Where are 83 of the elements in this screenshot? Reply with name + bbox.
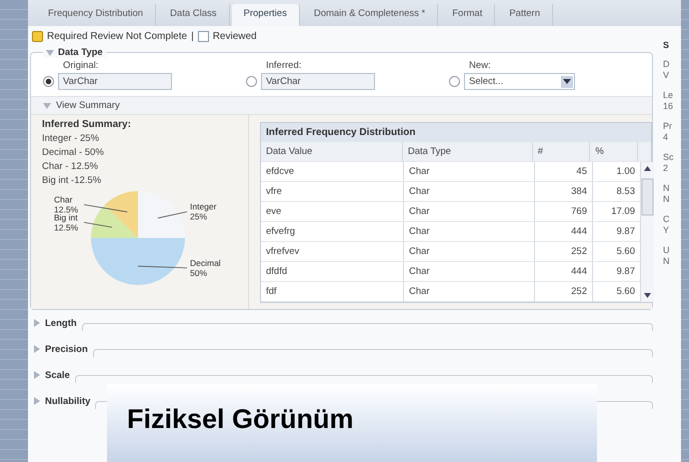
- table-cell: Char: [404, 242, 535, 262]
- radio-button[interactable]: [43, 76, 54, 87]
- expand-icon[interactable]: [34, 345, 40, 353]
- input-field[interactable]: VarChar: [261, 73, 375, 90]
- sidebar-text: 2: [663, 163, 670, 174]
- reviewed-checkbox[interactable]: [198, 30, 209, 42]
- sidebar-text: U: [663, 245, 670, 256]
- table-cell: vfre: [261, 182, 404, 202]
- field-label: New:: [468, 60, 492, 71]
- sidebar-text: Sc: [663, 152, 675, 163]
- type-dropdown[interactable]: Select...: [464, 73, 575, 90]
- caption-title: Fiziksel Görünüm: [127, 404, 354, 434]
- warning-icon: [32, 30, 43, 42]
- expand-icon[interactable]: [34, 371, 40, 379]
- summary-line: Big int -12.5%: [42, 174, 102, 188]
- table-cell: 252: [535, 242, 593, 262]
- expand-icon[interactable]: [34, 319, 40, 327]
- table-cell: efdcve: [261, 162, 404, 182]
- radio-button[interactable]: [246, 76, 257, 87]
- section-title[interactable]: Precision: [45, 344, 88, 354]
- header-corner: [638, 142, 651, 162]
- radio-button[interactable]: [449, 76, 460, 87]
- summary-title: Inferred Summary:: [42, 119, 132, 130]
- separator: |: [191, 30, 194, 42]
- table-cell: 384: [535, 182, 593, 202]
- table-cell: Char: [404, 162, 535, 182]
- sidebar-text: 16: [663, 101, 674, 112]
- table-cell: vfrefvev: [261, 242, 404, 262]
- sidebar-text: C: [663, 214, 670, 225]
- table-cell: 45: [535, 162, 593, 182]
- leader-line: [84, 204, 128, 212]
- scrollbar[interactable]: [641, 162, 654, 302]
- summary-line: Integer - 25%: [42, 132, 100, 146]
- table-cell: eve: [261, 202, 404, 222]
- summary-line: Decimal - 50%: [42, 146, 105, 160]
- table-cell: Char: [404, 202, 535, 222]
- table-cell: Char: [404, 282, 535, 302]
- sidebar-text: Pr: [663, 121, 673, 132]
- sidebar-text: N: [663, 194, 670, 205]
- leader-line: [84, 222, 112, 228]
- slice-label: Char 12.5%: [54, 194, 78, 215]
- sidebar-text: N: [663, 183, 670, 194]
- column-header[interactable]: %: [590, 142, 638, 162]
- sidebar-text: S: [663, 40, 670, 50]
- table-cell: 769: [535, 202, 593, 222]
- sidebar-text: Y: [663, 225, 670, 236]
- sidebar-text: V: [663, 70, 670, 81]
- table-cell: Char: [404, 182, 535, 202]
- table-cell: 444: [535, 262, 593, 282]
- sidebar-text: Le: [663, 90, 674, 101]
- section-title: Data Type: [58, 47, 103, 58]
- expand-icon[interactable]: [34, 397, 40, 405]
- view-summary-toggle[interactable]: View Summary: [56, 100, 120, 111]
- table-cell: 444: [535, 222, 593, 242]
- field-label: Original:: [62, 60, 100, 71]
- slice-label: Big int 12.5%: [54, 212, 78, 232]
- review-status: Required Review Not Complete: [47, 30, 188, 42]
- table-cell: Char: [404, 222, 535, 242]
- section-title[interactable]: Length: [45, 318, 77, 328]
- column-header[interactable]: Data Value: [261, 142, 403, 162]
- table-title: Inferred Frequency Distribution: [261, 123, 651, 142]
- leader-line: [138, 266, 188, 268]
- sidebar-text: N: [663, 256, 670, 267]
- leader-line: [158, 211, 188, 218]
- table-cell: fdf: [261, 282, 404, 302]
- sidebar-text: 4: [663, 132, 670, 143]
- sidebar-text: D: [663, 59, 670, 70]
- section-title[interactable]: Nullability: [45, 396, 90, 406]
- field-label: Inferred:: [265, 60, 302, 71]
- table-cell: 252: [535, 282, 593, 302]
- input-field[interactable]: VarChar: [58, 73, 172, 90]
- checkbox-label: Reviewed: [212, 30, 257, 42]
- column-header[interactable]: #: [532, 142, 590, 162]
- table-cell: Char: [404, 262, 535, 282]
- table-cell: efvefrg: [261, 222, 404, 242]
- tab[interactable]: Properties: [232, 4, 300, 26]
- section-title[interactable]: Scale: [45, 370, 70, 380]
- slice-label: Decimal 50%: [190, 258, 221, 278]
- slice-label: Integer 25%: [190, 202, 216, 222]
- summary-line: Char - 12.5%: [42, 160, 99, 174]
- column-header[interactable]: Data Type: [402, 142, 533, 162]
- table-cell: dfdfd: [261, 262, 404, 282]
- expand-icon[interactable]: [46, 50, 54, 56]
